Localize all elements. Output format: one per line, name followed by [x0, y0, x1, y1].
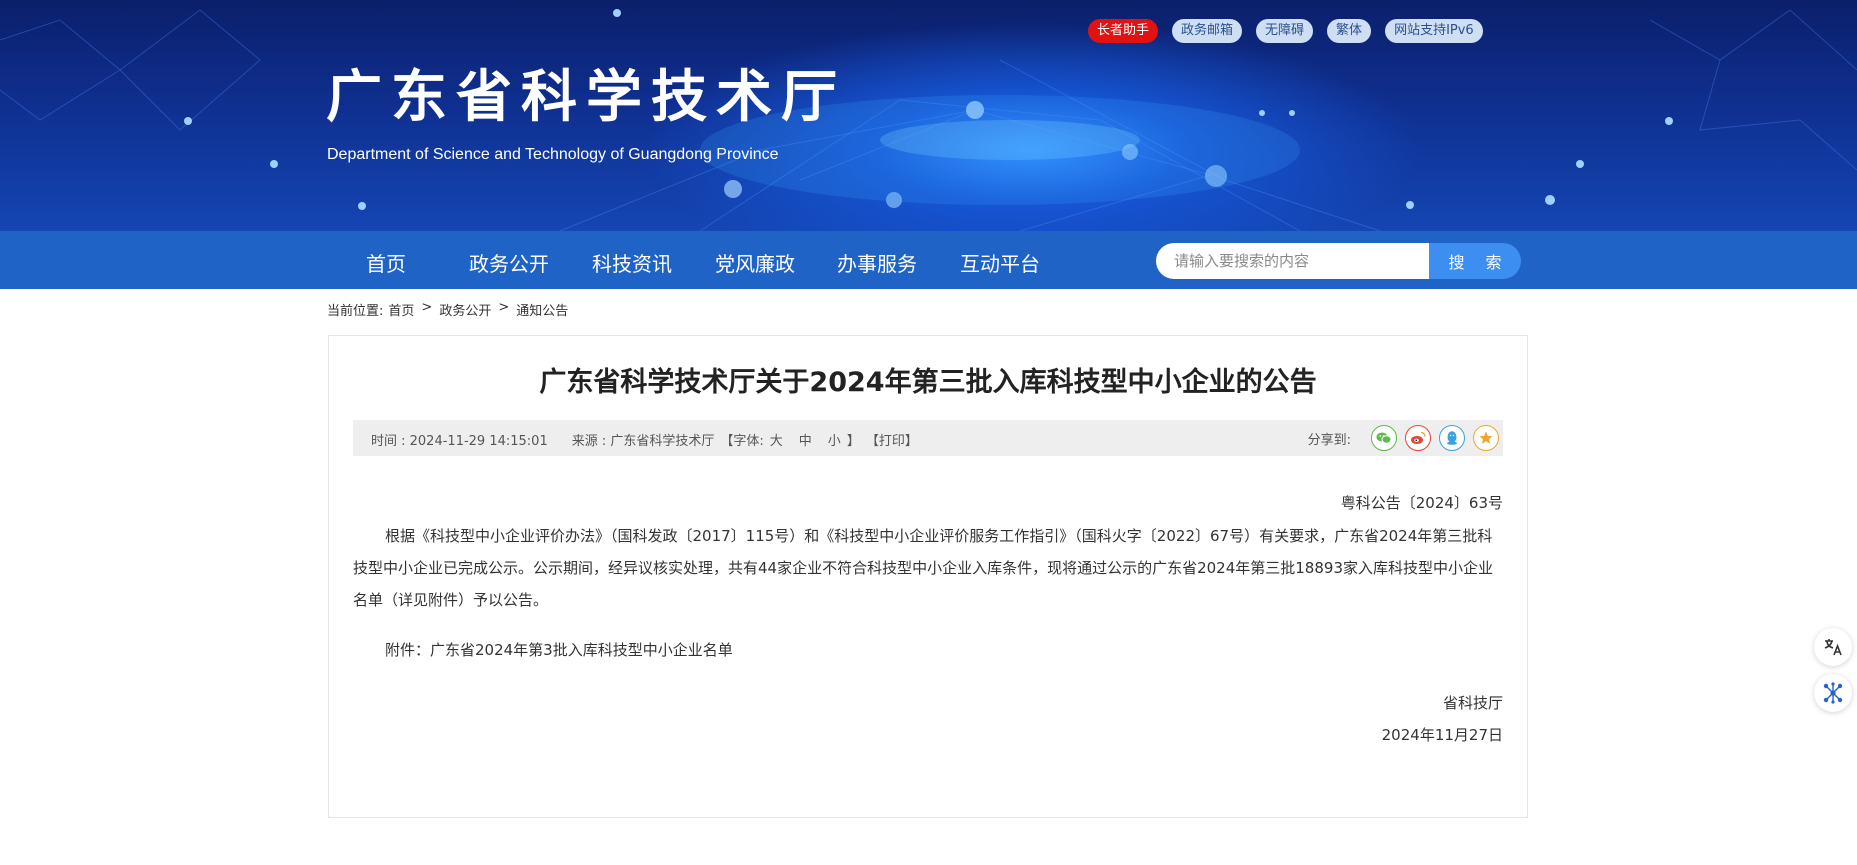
article-meta-bar: 时间 : 2024-11-29 14:15:01 来源 : 广东省科学技术厅 【… [353, 420, 1503, 456]
ipv6-support-badge[interactable]: 网站支持IPv6 [1385, 19, 1483, 43]
banner-network-decoration [0, 9, 1857, 231]
site-subtitle: Department of Science and Technology of … [327, 146, 779, 163]
main-nav: 首页 政务公开 科技资讯 党风廉政 办事服务 互动平台 [0, 231, 1857, 289]
share-bar: 分享到: [1308, 425, 1499, 451]
font-size-close: 】 [846, 434, 860, 449]
article-panel: 广东省科学技术厅关于2024年第三批入库科技型中小企业的公告 时间 : 2024… [328, 335, 1528, 818]
issuer-signature: 省科技厅 [1442, 694, 1503, 712]
nav-item-gov-affairs[interactable]: 政务公开 [469, 248, 549, 277]
breadcrumb-home[interactable]: 首页 [388, 300, 414, 319]
ai-assistant-icon[interactable] [1814, 674, 1852, 712]
top-links: 长者助手 政务邮箱 无障碍 繁体 网站支持IPv6 [1088, 19, 1497, 43]
breadcrumb-label: 当前位置: [327, 304, 384, 319]
article-title: 广东省科学技术厅关于2024年第三批入库科技型中小企业的公告 [539, 367, 1317, 398]
accessibility-link[interactable]: 无障碍 [1256, 19, 1314, 43]
traditional-chinese-link[interactable]: 繁体 [1327, 19, 1372, 43]
breadcrumb-notices[interactable]: 通知公告 [516, 300, 568, 319]
publish-time: 时间 : 2024-11-29 14:15:01 [371, 434, 548, 449]
nav-item-tech-news[interactable]: 科技资讯 [592, 248, 672, 277]
nav-item-home[interactable]: 首页 [366, 248, 406, 277]
font-size-label: 【字体: [720, 434, 764, 449]
wechat-share-icon[interactable] [1371, 425, 1397, 451]
attachment-link[interactable]: 附件：广东省2024年第3批入库科技型中小企业名单 [385, 639, 733, 660]
share-label: 分享到: [1307, 432, 1351, 448]
search-button[interactable]: 搜 索 [1429, 243, 1521, 279]
article-paragraph: 根据《科技型中小企业评价办法》（国科发政〔2017〕115号）和《科技型中小企业… [353, 527, 1493, 609]
breadcrumb: 当前位置: 首页 > 政务公开 > 通知公告 [327, 300, 568, 319]
document-number: 粤科公告〔2024〕63号 [1340, 494, 1503, 512]
nav-item-services[interactable]: 办事服务 [837, 248, 917, 277]
breadcrumb-gov-affairs[interactable]: 政务公开 [439, 300, 491, 319]
font-size-small[interactable]: 小 [828, 430, 841, 449]
elder-helper-button[interactable]: 长者助手 [1088, 19, 1159, 43]
weibo-share-icon[interactable] [1405, 425, 1431, 451]
breadcrumb-separator: > [421, 300, 433, 315]
qq-share-icon[interactable] [1439, 425, 1465, 451]
translate-icon[interactable] [1814, 628, 1852, 666]
breadcrumb-separator: > [498, 300, 510, 315]
header-banner: 广东省科学技术厅 Department of Science and Techn… [0, 0, 1857, 231]
site-title: 广东省科学技术厅 [326, 65, 846, 130]
nav-item-interaction[interactable]: 互动平台 [960, 248, 1040, 277]
nav-item-integrity[interactable]: 党风廉政 [715, 248, 795, 277]
print-button[interactable]: 【打印】 [866, 430, 918, 449]
gov-mailbox-link[interactable]: 政务邮箱 [1172, 19, 1243, 43]
article-source: 来源 : 广东省科学技术厅 [571, 434, 715, 449]
issue-date: 2024年11月27日 [1381, 726, 1503, 744]
font-size-large[interactable]: 大 [770, 430, 783, 449]
search-box: 搜 索 [1156, 243, 1521, 279]
search-input[interactable] [1156, 243, 1429, 279]
font-size-medium[interactable]: 中 [799, 430, 812, 449]
qzone-share-icon[interactable] [1473, 425, 1499, 451]
